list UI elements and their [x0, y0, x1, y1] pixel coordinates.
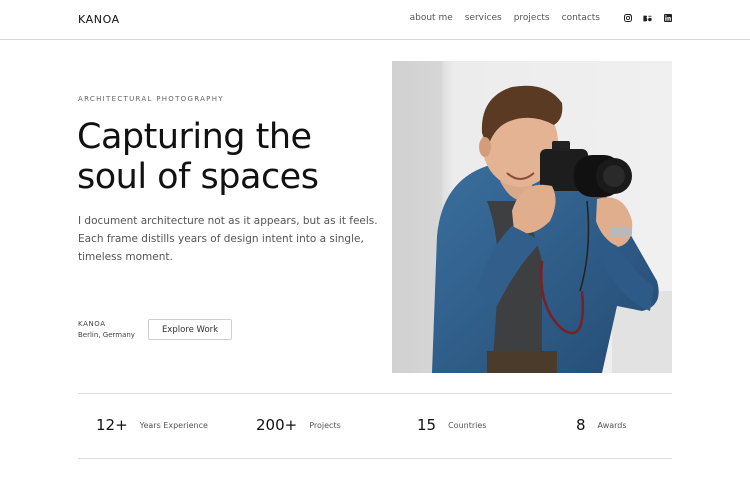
stat-value: 15	[417, 416, 437, 434]
signature-name: KANOA	[78, 320, 106, 328]
stat-label: Years Experience	[139, 420, 208, 430]
hero-headline: Capturing the soul of spaces	[77, 117, 377, 197]
nav-about-me[interactable]: about me	[410, 13, 453, 23]
main-nav: about me services projects contacts	[398, 13, 672, 23]
linkedin-icon[interactable]	[663, 14, 672, 23]
lede-line-2: Each frame distills years of design inte…	[78, 233, 364, 245]
nav-contacts[interactable]: contacts	[562, 13, 600, 23]
headline-line-2: soul of spaces	[77, 157, 319, 197]
nav-projects[interactable]: projects	[514, 13, 550, 23]
stat-projects: 200+ Projects	[256, 416, 341, 434]
stat-label: Awards	[597, 420, 627, 430]
photographer-signature: KANOA Berlin, Germany	[78, 320, 135, 339]
lede-line-3: timeless moment.	[78, 251, 173, 263]
stat-years-experience: 12+ Years Experience	[96, 416, 208, 434]
stat-label: Projects	[309, 420, 341, 430]
stat-label: Countries	[448, 420, 487, 430]
stat-value: 12+	[96, 416, 128, 434]
social-links	[612, 14, 672, 23]
hero-eyebrow: ARCHITECTURAL PHOTOGRAPHY	[78, 95, 224, 103]
stat-value: 8	[576, 416, 586, 434]
stats-divider-bottom	[78, 458, 672, 459]
hero-description: I document architecture not as it appear…	[78, 212, 378, 266]
signature-location: Berlin, Germany	[78, 331, 135, 339]
stat-awards: 8 Awards	[576, 416, 627, 434]
stat-value: 200+	[256, 416, 298, 434]
page: KANOA about me services projects contact…	[0, 0, 750, 500]
lede-line-1: I document architecture not as it appear…	[78, 215, 378, 227]
behance-icon[interactable]	[643, 14, 652, 23]
explore-work-button[interactable]: Explore Work	[148, 319, 232, 340]
site-header: KANOA about me services projects contact…	[0, 0, 750, 40]
stat-countries: 15 Countries	[417, 416, 486, 434]
nav-services[interactable]: services	[465, 13, 502, 23]
instagram-icon[interactable]	[623, 14, 632, 23]
hero-photo	[392, 61, 672, 373]
headline-line-1: Capturing the	[77, 117, 312, 157]
stats-divider-top	[78, 393, 672, 394]
brand-logo[interactable]: KANOA	[78, 13, 120, 26]
